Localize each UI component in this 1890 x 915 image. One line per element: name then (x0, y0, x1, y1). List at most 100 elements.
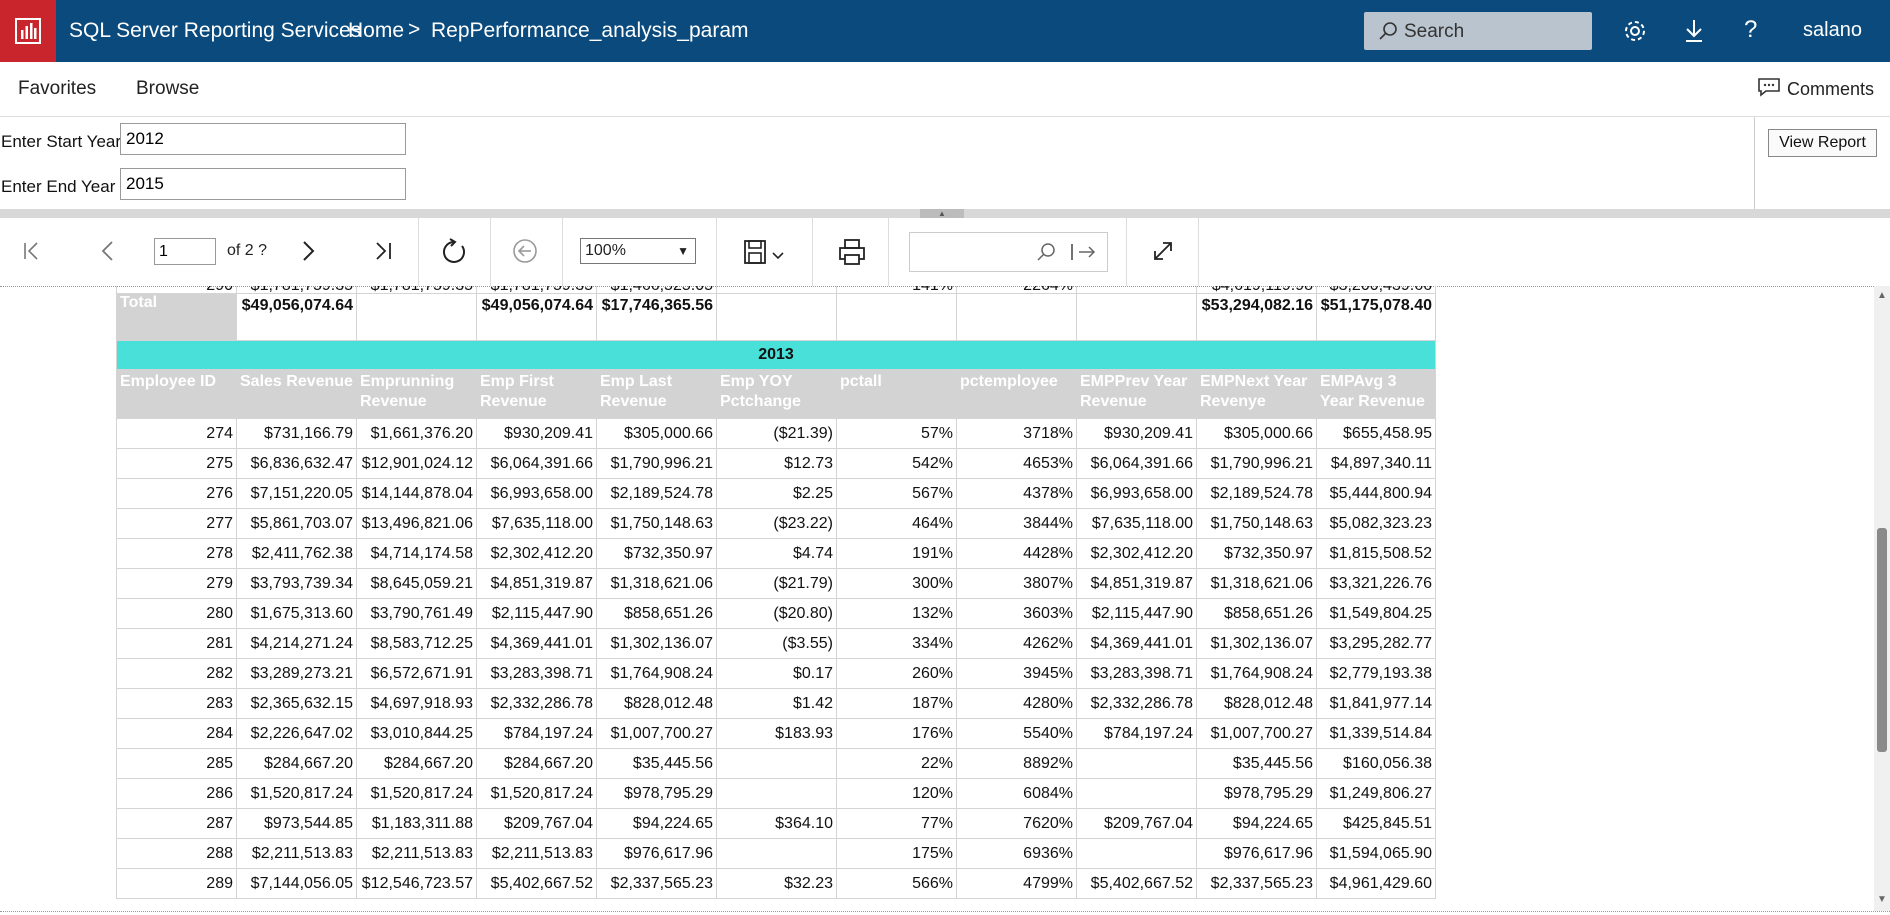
table-row-cell: $160,056.38 (1316, 748, 1436, 779)
menu-favorites[interactable]: Favorites (18, 78, 96, 100)
table-row-cell: 279 (116, 568, 237, 599)
column-header-row-cell: EMPNext Year Revenye (1196, 369, 1317, 419)
table-row-cell: $784,197.24 (1076, 718, 1197, 749)
menu-browse[interactable]: Browse (136, 78, 199, 100)
toolbar-divider (1198, 218, 1199, 286)
collapse-handle-icon[interactable]: ▲ (920, 209, 964, 218)
table-row-cell: 57% (836, 418, 957, 449)
table-row-cell: $1,302,136.07 (596, 628, 717, 659)
total-row-cell: $51,175,078.40 (1316, 293, 1436, 341)
find-next-icon[interactable] (1070, 241, 1098, 268)
comments-button[interactable]: Comments (1757, 77, 1874, 102)
table-row-cell: 4280% (956, 688, 1077, 719)
table-row-cell: $2,211,513.83 (236, 838, 357, 869)
table-row-cell: 542% (836, 448, 957, 479)
table-row-cell: $209,767.04 (476, 808, 597, 839)
table-row-cell: $2,332,286.78 (1076, 688, 1197, 719)
find-input[interactable] (909, 232, 1108, 272)
table-row: 281 $4,214,271.24 $8,583,712.25 $4,369,441.… (116, 628, 1436, 659)
total-row-cell: $49,056,074.64 (476, 293, 597, 341)
table-row-cell: $284,667.20 (476, 748, 597, 779)
table-row-cell: $3,321,226.76 (1316, 568, 1436, 599)
table-row-cell: $1,007,700.27 (596, 718, 717, 749)
menu-bar: Favorites Browse Comments (0, 62, 1890, 117)
table-row-cell: 6084% (956, 778, 1077, 809)
ssrs-logo-icon[interactable] (0, 0, 56, 62)
table-row-cell: $5,082,323.23 (1316, 508, 1436, 539)
breadcrumb-home[interactable]: Home (348, 19, 404, 43)
end-year-input[interactable] (120, 168, 406, 200)
table-row-cell: $1,841,977.14 (1316, 688, 1436, 719)
search-input[interactable]: Search (1364, 12, 1592, 50)
table-row-cell: 22% (836, 748, 957, 779)
view-report-button[interactable]: View Report (1768, 129, 1877, 157)
table-row-cell: $1,318,621.06 (1196, 568, 1317, 599)
table-row-cell: 278 (116, 538, 237, 569)
table-row-cell: $3,289,273.21 (236, 658, 357, 689)
table-row-cell (716, 838, 837, 869)
back-to-parent-icon[interactable] (512, 238, 538, 269)
first-page-icon[interactable] (22, 238, 44, 269)
table-row-cell: 286 (116, 778, 237, 809)
scroll-down-icon[interactable]: ▼ (1877, 894, 1887, 905)
download-icon[interactable] (1682, 18, 1706, 49)
table-row-cell: 281 (116, 628, 237, 659)
toolbar-divider (490, 218, 491, 286)
app-title[interactable]: SQL Server Reporting Services (69, 19, 361, 43)
table-row-cell: $35,445.56 (596, 748, 717, 779)
table-row-cell: $6,064,391.66 (1076, 448, 1197, 479)
table-row-cell: $4,369,441.01 (1076, 628, 1197, 659)
column-header-row-cell: Emp YOY Pctchange (716, 369, 837, 419)
next-page-icon[interactable] (300, 238, 318, 269)
scroll-up-icon[interactable]: ▲ (1877, 290, 1887, 301)
table-row-cell: 2264% (956, 286, 1077, 294)
table-row-cell: 290 (116, 286, 237, 294)
params-divider (1754, 117, 1755, 209)
table-row-cell: $284,667.20 (356, 748, 477, 779)
table-row-cell: $858,651.26 (1196, 598, 1317, 629)
table-row-cell: $2,411,762.38 (236, 538, 357, 569)
table-row: 287 $973,544.85 $1,183,311.88 $209,767.04 $9… (116, 808, 1436, 839)
previous-page-icon[interactable] (98, 238, 116, 269)
toolbar-divider (562, 218, 563, 286)
table-row-cell: $3,283,398.71 (476, 658, 597, 689)
user-name[interactable]: salano (1803, 19, 1862, 42)
table-row-cell: $2,115,447.90 (476, 598, 597, 629)
find-icon[interactable] (1036, 242, 1056, 267)
table-row-cell: $930,209.41 (476, 418, 597, 449)
total-row: Total $49,056,074.64 $49,056,074.64 $17,746… (116, 293, 1436, 341)
refresh-icon[interactable] (440, 238, 468, 271)
table-row-cell: $2,226,647.02 (236, 718, 357, 749)
column-header-row-cell: Sales Revenue (236, 369, 357, 419)
table-row-cell: $2,211,513.83 (356, 838, 477, 869)
table-row-cell: $13,496,821.06 (356, 508, 477, 539)
gear-icon[interactable] (1622, 18, 1648, 49)
help-icon[interactable]: ? (1744, 16, 1757, 44)
table-row-cell: $4,961,429.60 (1316, 868, 1436, 899)
vertical-scrollbar[interactable]: ▲ ▼ (1874, 286, 1890, 911)
table-row-cell: 4262% (956, 628, 1077, 659)
table-row-cell: ($3.55) (716, 628, 837, 659)
column-header-row-cell: pctemployee (956, 369, 1077, 419)
scroll-thumb[interactable] (1877, 528, 1887, 752)
start-year-input[interactable] (120, 123, 406, 155)
table-row-cell: $2.25 (716, 478, 837, 509)
table-row-cell: $6,993,658.00 (1076, 478, 1197, 509)
toolbar-divider (716, 218, 717, 286)
zoom-select[interactable]: 100% ▼ (580, 238, 696, 264)
table-row-cell: 288 (116, 838, 237, 869)
table-row-cell: $425,845.51 (1316, 808, 1436, 839)
save-export-icon[interactable] (744, 240, 788, 271)
total-row-cell (836, 293, 957, 341)
table-row-cell: $1,249,806.27 (1316, 778, 1436, 809)
table-row-cell: $1,549,804.25 (1316, 598, 1436, 629)
table-row-cell: $94,224.65 (596, 808, 717, 839)
params-splitter[interactable]: ▲ (0, 209, 1890, 218)
last-page-icon[interactable] (372, 238, 394, 269)
table-row-cell: 4799% (956, 868, 1077, 899)
table-row-cell: $3,200,439.66 (1316, 286, 1436, 294)
print-icon[interactable] (838, 238, 866, 271)
page-number-input[interactable] (154, 238, 216, 265)
table-row-cell: $1,520,817.24 (476, 778, 597, 809)
fullscreen-icon[interactable] (1150, 238, 1176, 269)
